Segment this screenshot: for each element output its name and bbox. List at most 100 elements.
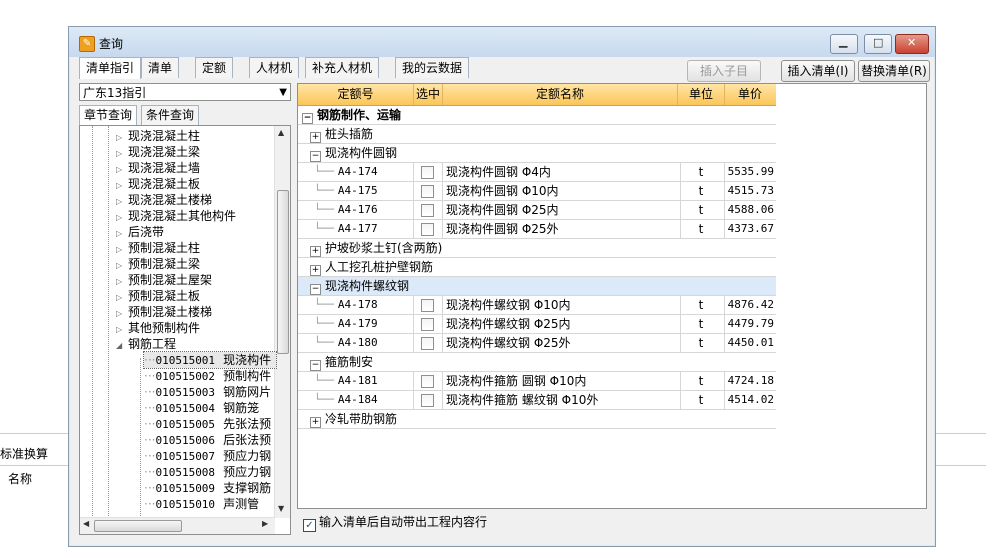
close-button[interactable]: ✕ (895, 34, 929, 54)
grid-root-row[interactable]: − 钢筋制作、运输 (298, 106, 776, 125)
grid-group-row[interactable]: + 人工挖孔桩护壁钢筋 (298, 258, 776, 277)
select-checkbox[interactable] (421, 223, 434, 236)
title-bar[interactable]: ✎ 查询 ▁ □ ✕ (69, 27, 935, 57)
quota-name-cell: 现浇构件螺纹钢 Φ10内 (443, 296, 681, 314)
grid-data-row[interactable]: └── A4-175 现浇构件圆钢 Φ10内 t 4515.73 (298, 182, 776, 201)
select-checkbox[interactable] (421, 337, 434, 350)
tab-chapter-query[interactable]: 章节查询 (79, 105, 138, 126)
guide-select[interactable]: 广东13指引 ▼ (79, 83, 291, 101)
tree-leaf[interactable]: ···010515006 后张法预 (144, 432, 276, 448)
header-price[interactable]: 单价 (725, 84, 775, 105)
tree-node[interactable]: ▷ 预制混凝土柱 (116, 240, 200, 256)
grid-group-cell: − 现浇构件圆钢 (298, 144, 788, 162)
insert-list-button[interactable]: 插入清单(I) (781, 60, 855, 82)
tree-leaf[interactable]: ···010515008 预应力钢 (144, 464, 276, 480)
grid-group-row[interactable]: + 冷轧带肋钢筋 (298, 410, 776, 429)
header-name[interactable]: 定额名称 (443, 84, 678, 105)
scroll-thumb[interactable] (277, 190, 289, 354)
header-code[interactable]: 定额号 (298, 84, 414, 105)
expand-icon[interactable]: + (310, 417, 321, 428)
header-select[interactable]: 选中 (414, 84, 443, 105)
scroll-right-icon[interactable]: ▶ (262, 519, 268, 528)
select-checkbox[interactable] (421, 299, 434, 312)
grid-group-row[interactable]: − 现浇构件螺纹钢 (298, 277, 776, 296)
grid-group-row[interactable]: + 桩头插筋 (298, 125, 776, 144)
tree-leaf[interactable]: ···010515001 现浇构件 (143, 351, 277, 369)
tree-leaf[interactable]: ···010515005 先张法预 (144, 416, 276, 432)
grid-group-row[interactable]: − 现浇构件圆钢 (298, 144, 776, 163)
tab-cloud-data[interactable]: 我的云数据 (395, 57, 470, 78)
tree-node[interactable]: ◢ 钢筋工程 (116, 336, 176, 352)
chevron-down-icon[interactable]: ▼ (279, 84, 287, 102)
expanded-caret-icon[interactable]: ◢ (116, 338, 128, 354)
collapse-icon[interactable]: − (310, 284, 321, 295)
select-checkbox[interactable] (421, 394, 434, 407)
select-checkbox[interactable] (421, 204, 434, 217)
grid-data-row[interactable]: └── A4-181 现浇构件箍筋 圆钢 Φ10内 t 4724.18 (298, 372, 776, 391)
tree-leaf[interactable]: ···010515003 钢筋网片 (144, 384, 276, 400)
grid-data-row[interactable]: └── A4-180 现浇构件螺纹钢 Φ25外 t 4450.01 (298, 334, 776, 353)
maximize-button[interactable]: □ (864, 34, 892, 54)
header-unit[interactable]: 单位 (678, 84, 725, 105)
auto-content-checkbox[interactable]: ✓ (303, 519, 316, 532)
select-checkbox[interactable] (421, 318, 434, 331)
minimize-button[interactable]: ▁ (830, 34, 858, 54)
tree-leaf[interactable]: ···010515007 预应力钢 (144, 448, 276, 464)
tree-leaf[interactable]: ···010515004 钢筋笼 (144, 400, 276, 416)
grid-data-row[interactable]: └── A4-174 现浇构件圆钢 Φ4内 t 5535.99 (298, 163, 776, 182)
tree-node[interactable]: ▷ 现浇混凝土楼梯 (116, 192, 212, 208)
tree-node[interactable]: ▷ 预制混凝土楼梯 (116, 304, 212, 320)
select-checkbox[interactable] (421, 166, 434, 179)
scroll-down-icon[interactable]: ▼ (278, 504, 284, 513)
expand-icon[interactable]: + (310, 132, 321, 143)
grid-group-row[interactable]: + 护坡砂浆土钉(含两筋) (298, 239, 776, 258)
tree-node[interactable]: ▷ 现浇混凝土柱 (116, 128, 200, 144)
tree-node[interactable]: ▷ 现浇混凝土梁 (116, 144, 200, 160)
tree-node[interactable]: ▷ 预制混凝土屋架 (116, 272, 212, 288)
quota-code-cell: └── A4-177 (298, 220, 414, 238)
grid-data-row[interactable]: └── A4-176 现浇构件圆钢 Φ25内 t 4588.06 (298, 201, 776, 220)
tab-condition-query[interactable]: 条件查询 (141, 105, 200, 125)
grid-data-row[interactable]: └── A4-177 现浇构件圆钢 Φ25外 t 4373.67 (298, 220, 776, 239)
tab-resources[interactable]: 人材机 (249, 57, 300, 78)
tab-supplement-resources[interactable]: 补充人材机 (305, 57, 380, 78)
tree-node[interactable]: ▷ 现浇混凝土板 (116, 176, 200, 192)
tree-node[interactable]: ▷ 其他预制构件 (116, 320, 200, 336)
tree-node[interactable]: ▷ 预制混凝土板 (116, 288, 200, 304)
tree-leaf-code: 010515001 (155, 354, 216, 367)
tree-node[interactable]: ▷ 后浇带 (116, 224, 164, 240)
tree-leaf[interactable]: ···010515009 支撑钢筋 (144, 480, 276, 496)
expand-icon[interactable]: + (310, 265, 321, 276)
insert-child-button[interactable]: 插入子目 (687, 60, 761, 82)
tab-list[interactable]: 清单 (141, 57, 180, 78)
tree-node[interactable]: ▷ 预制混凝土梁 (116, 256, 200, 272)
tree-leaf[interactable]: ···010515002 预制构件 (144, 368, 276, 384)
grid-group-row[interactable]: − 箍筋制安 (298, 353, 776, 372)
tab-quota[interactable]: 定额 (195, 57, 234, 78)
auto-content-option[interactable]: ✓ 输入清单后自动带出工程内容行 (303, 514, 487, 532)
collapse-icon[interactable]: − (310, 360, 321, 371)
tree-connector: ··· (144, 369, 156, 383)
grid-group-label: 现浇构件螺纹钢 (325, 279, 410, 293)
scroll-thumb[interactable] (94, 520, 182, 532)
background-toolbar-label[interactable]: 标准换算 (0, 445, 48, 462)
select-checkbox[interactable] (421, 375, 434, 388)
tab-list-guide[interactable]: 清单指引 (79, 57, 142, 79)
replace-list-button[interactable]: 替换清单(R) (858, 60, 930, 82)
select-checkbox[interactable] (421, 185, 434, 198)
tree-leaf[interactable]: ···010515010 声测管 (144, 496, 276, 512)
expand-icon[interactable]: + (310, 246, 321, 257)
grid-data-row[interactable]: └── A4-178 现浇构件螺纹钢 Φ10内 t 4876.42 (298, 296, 776, 315)
scroll-left-icon[interactable]: ◀ (83, 519, 89, 528)
tree-vertical-scrollbar[interactable]: ▲ ▼ (274, 126, 290, 518)
grid-data-row[interactable]: └── A4-179 现浇构件螺纹钢 Φ25内 t 4479.79 (298, 315, 776, 334)
tree-node[interactable]: ▷ 现浇混凝土墙 (116, 160, 200, 176)
tree-horizontal-scrollbar[interactable]: ◀ ▶ (80, 517, 275, 534)
grid-data-row[interactable]: └── A4-184 现浇构件箍筋 螺纹钢 Φ10外 t 4514.02 (298, 391, 776, 410)
query-app-icon: ✎ (79, 36, 95, 52)
scroll-up-icon[interactable]: ▲ (278, 128, 284, 137)
price-cell: 5535.99 (727, 165, 774, 178)
collapse-icon[interactable]: − (310, 151, 321, 162)
collapse-icon[interactable]: − (302, 113, 313, 124)
tree-node[interactable]: ▷ 现浇混凝土其他构件 (116, 208, 236, 224)
